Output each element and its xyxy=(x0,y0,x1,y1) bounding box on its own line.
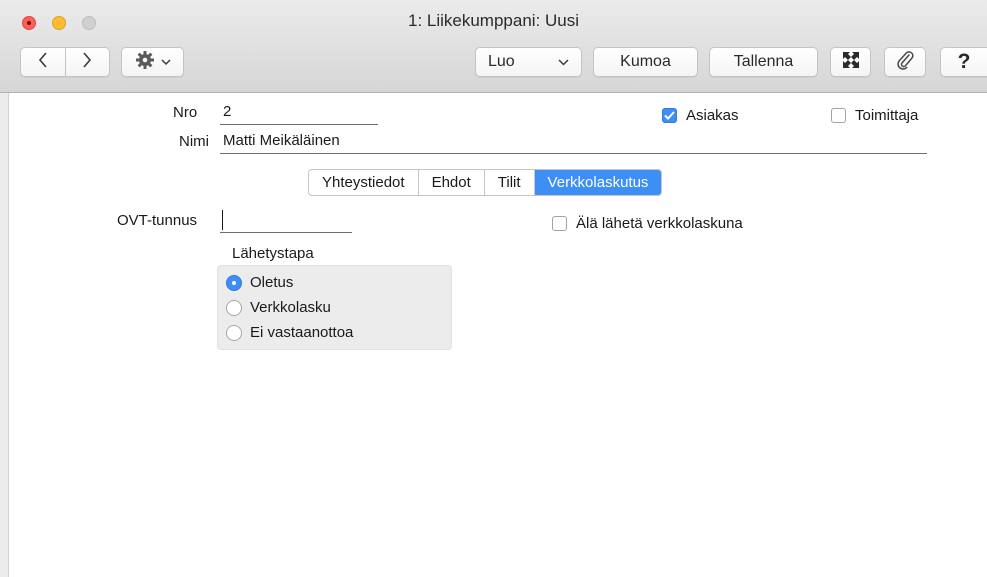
nro-field[interactable]: 2 xyxy=(220,101,378,125)
lahetystapa-radio-group: Oletus Verkkolasku Ei vastaanottoa xyxy=(217,265,452,350)
radio-selected-icon xyxy=(226,274,242,291)
back-button[interactable] xyxy=(21,48,65,76)
action-menu-button[interactable] xyxy=(121,47,184,77)
luo-dropdown[interactable]: Luo xyxy=(475,47,582,77)
expand-button[interactable] xyxy=(830,47,871,77)
radio-verkkolasku[interactable]: Verkkolasku xyxy=(226,299,331,316)
nimi-field[interactable]: Matti Meikäläinen xyxy=(220,130,927,154)
nro-label: Nro xyxy=(173,104,198,121)
ovt-label: OVT-tunnus xyxy=(117,212,198,229)
ovt-field[interactable] xyxy=(220,209,352,233)
asiakas-label: Asiakas xyxy=(686,107,739,124)
radio-unselected-icon xyxy=(226,324,242,341)
radio-unselected-icon xyxy=(226,299,242,316)
undo-button[interactable]: Kumoa xyxy=(593,47,698,77)
window: 1: Liikekumppani: Uusi Luo Kumoa Tallenn… xyxy=(0,0,987,577)
toimittaja-label: Toimittaja xyxy=(855,107,919,124)
toimittaja-checkbox[interactable]: Toimittaja xyxy=(831,107,918,124)
paperclip-icon xyxy=(895,49,915,76)
asiakas-checkbox[interactable]: Asiakas xyxy=(662,107,739,124)
radio-ei-vastaanottoa-label: Ei vastaanottoa xyxy=(250,324,354,341)
radio-ei-vastaanottoa[interactable]: Ei vastaanottoa xyxy=(226,324,353,341)
radio-oletus[interactable]: Oletus xyxy=(226,274,293,291)
checkbox-unchecked-icon xyxy=(831,108,846,123)
ala-laheta-checkbox[interactable]: Älä lähetä verkkolaskuna xyxy=(552,215,743,232)
checkbox-checked-icon xyxy=(662,108,677,123)
text-cursor xyxy=(222,210,223,230)
nimi-label: Nimi xyxy=(179,133,209,150)
ala-laheta-label: Älä lähetä verkkolaskuna xyxy=(576,215,743,232)
chevron-right-icon xyxy=(82,51,92,73)
chevron-down-icon xyxy=(160,53,171,71)
luo-label: Luo xyxy=(488,53,515,70)
save-button[interactable]: Tallenna xyxy=(709,47,818,77)
title-bar: 1: Liikekumppani: Uusi Luo Kumoa Tallenn… xyxy=(0,0,987,93)
tab-verkkolaskutus[interactable]: Verkkolaskutus xyxy=(534,170,662,195)
gear-icon xyxy=(135,50,155,75)
radio-oletus-label: Oletus xyxy=(250,274,294,291)
lahetystapa-label: Lähetystapa xyxy=(232,245,314,262)
navigation-button-group xyxy=(20,47,110,77)
window-title: 1: Liikekumppani: Uusi xyxy=(407,11,580,30)
tab-ehdot[interactable]: Ehdot xyxy=(419,170,485,195)
radio-verkkolasku-label: Verkkolasku xyxy=(250,299,331,316)
forward-button[interactable] xyxy=(65,48,109,76)
tab-yhteystiedot[interactable]: Yhteystiedot xyxy=(309,170,419,195)
expand-icon xyxy=(841,50,861,75)
chevron-left-icon xyxy=(38,51,48,73)
help-button[interactable]: ? xyxy=(940,47,987,77)
form-content: Nro 2 Nimi Matti Meikäläinen Asiakas Toi… xyxy=(9,93,987,577)
tab-tilit[interactable]: Tilit xyxy=(485,170,535,195)
chevron-down-icon xyxy=(558,53,569,71)
checkbox-unchecked-icon xyxy=(552,216,567,231)
tab-bar: Yhteystiedot Ehdot Tilit Verkkolaskutus xyxy=(308,169,663,196)
attachment-button[interactable] xyxy=(884,47,926,77)
